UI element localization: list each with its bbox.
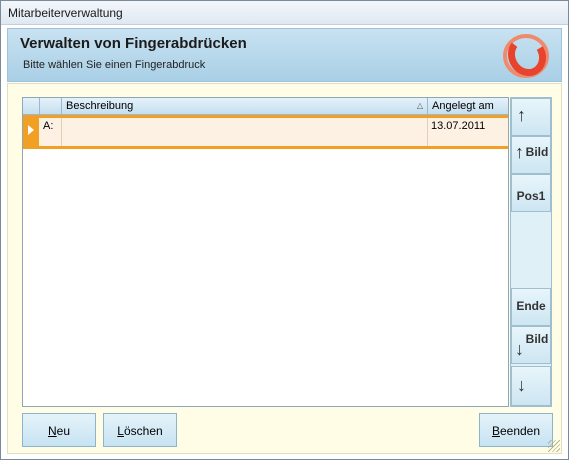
column-header-beschreibung[interactable]: Beschreibung △ — [62, 98, 428, 115]
column-header-beschreibung-label: Beschreibung — [66, 100, 134, 112]
title-bar: Mitarbeiterverwaltung — [1, 1, 568, 25]
navigation-panel: ↑ ↑ Bild Pos1 Ende ↓ Bild ↓ — [510, 97, 552, 407]
delete-button[interactable]: Löschen — [103, 413, 177, 447]
table-row[interactable]: A: 13.07.2011 — [23, 115, 508, 149]
grid-header: Beschreibung △ Angelegt am — [23, 98, 508, 115]
content-area: Beschreibung △ Angelegt am A: 13.07.2011… — [7, 83, 562, 454]
window-title: Mitarbeiterverwaltung — [8, 6, 123, 20]
cell-finger: A: — [43, 120, 54, 132]
nav-page-up-button[interactable]: ↑ Bild — [511, 136, 551, 174]
nav-home-button[interactable]: Pos1 — [511, 174, 551, 212]
logo-icon — [503, 34, 549, 78]
sort-ascending-icon: △ — [416, 101, 423, 110]
row-pointer-icon — [28, 125, 34, 135]
nav-up-button[interactable]: ↑ — [511, 98, 551, 136]
fingerprint-grid[interactable]: Beschreibung △ Angelegt am A: 13.07.2011 — [22, 97, 509, 407]
page-subtitle: Bitte wählen Sie einen Fingerabdruck — [23, 59, 206, 71]
main-window: Mitarbeiterverwaltung Verwalten von Fing… — [0, 0, 569, 460]
arrow-down-icon: ↓ — [517, 375, 526, 395]
new-button[interactable]: Neu — [22, 413, 96, 447]
header-banner: Verwalten von Fingerabdrücken Bitte wähl… — [7, 28, 562, 82]
cell-divider — [61, 118, 62, 146]
cell-divider — [427, 118, 428, 146]
arrow-up-icon: ↑ — [517, 105, 526, 125]
cell-angelegt-am: 13.07.2011 — [431, 120, 486, 132]
column-header-indicator — [23, 98, 40, 115]
nav-end-button[interactable]: Ende — [511, 288, 551, 326]
column-header-finger — [40, 98, 62, 115]
column-header-angelegt-am[interactable]: Angelegt am — [428, 98, 508, 115]
nav-down-button[interactable]: ↓ — [511, 366, 551, 406]
page-title: Verwalten von Fingerabdrücken — [20, 35, 247, 52]
row-indicator — [23, 115, 39, 149]
exit-button[interactable]: Beenden — [479, 413, 553, 447]
nav-page-down-button[interactable]: ↓ Bild — [511, 326, 551, 364]
resize-grip[interactable] — [548, 440, 560, 452]
